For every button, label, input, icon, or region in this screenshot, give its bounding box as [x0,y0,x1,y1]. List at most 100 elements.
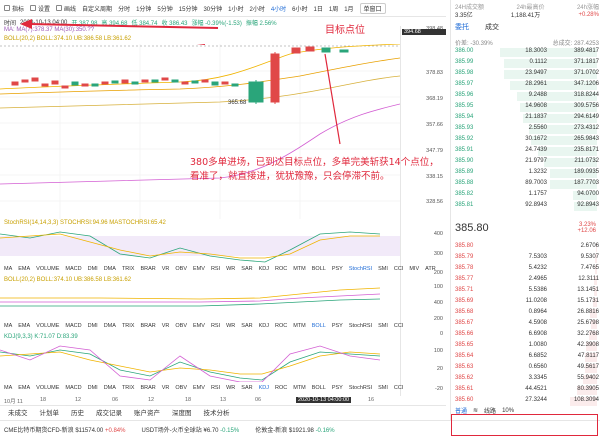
tf-30min[interactable]: 30分钟 [203,4,222,13]
bid-row[interactable]: 385.96 9.2488 318.8244 [455,92,599,102]
book-tabs: 委托 成交 [455,22,499,32]
bid-row[interactable]: 385.92 30.1672 265.9843 [455,136,599,146]
book-amt: 2.4965 [528,276,547,282]
book-amt: 1.3232 [528,169,547,175]
book-amt: 0.6560 [528,364,547,370]
boll-pane-chart[interactable] [0,284,400,312]
bids-list: 386.00 18.3003 389.4817 385.99 0.1112 371.181… [451,48,600,218]
book-amt: 44.4521 [525,386,547,392]
current-price-tag: 394.68 [402,29,446,35]
book-tot: 94.0700 [577,191,599,197]
book-price: 385.66 [455,331,474,337]
time-axis: 10月 11 18 12 06 12 18 13 06 2020-10-13 0… [4,397,375,405]
arrow-to-text [324,53,341,145]
book-tot: 7.4765 [580,265,599,271]
order-book-panel: 24H成交额 24h最高价 24h涨幅 3.35亿 1,188.41万 +0.28% 委… [450,0,600,420]
book-tot: 42.3908 [577,342,599,348]
ask-row[interactable]: 385.71 5.5386 13.1451 [455,287,599,297]
bid-row[interactable]: 385.94 21.1837 294.6149 [455,114,599,124]
tab-assets[interactable]: 账户资产 [134,407,160,417]
book-amt: 89.7003 [525,180,547,186]
bid-row[interactable]: 386.00 18.3003 389.4817 [455,48,599,58]
bid-row[interactable]: 385.98 23.9497 371.0702 [455,70,599,80]
book-tot: 318.8244 [573,92,599,98]
bid-row[interactable]: 385.88 89.7003 187.7703 [455,180,599,190]
tab-orderbook[interactable]: 委托 [455,22,469,32]
ask-row[interactable]: 385.64 6.6852 47.8117 [455,353,599,363]
book-amt: 6.6852 [528,353,547,359]
book-price: 385.98 [455,70,474,76]
tab-technical[interactable]: 技术分析 [204,407,230,417]
bid-row[interactable]: 385.91 24.7439 235.8171 [455,147,599,157]
tab-trades-list[interactable]: 成交 [485,22,499,32]
ask-row[interactable]: 385.78 5.4232 7.4765 [455,265,599,275]
bid-row[interactable]: 385.81 92.8943 92.8943 [455,202,599,212]
tab-depth[interactable]: 深度图 [172,407,192,417]
ticker-item[interactable]: USDT场外-火币全球站 ¥6.70 -0.15% [141,425,239,434]
tab-open-orders[interactable]: 未成交 [8,407,28,417]
settings-button[interactable]: 设置 [30,4,50,13]
bid-row[interactable]: 385.82 1.1757 94.0700 [455,191,599,201]
bid-row[interactable]: 385.99 0.1112 371.1817 [455,59,599,69]
book-price: 385.99 [455,59,474,65]
custom-period-button[interactable]: 自定义周期 [82,4,112,13]
tf-15min[interactable]: 15分钟 [179,4,198,13]
tf-1w[interactable]: 1周 [329,4,338,13]
book-tot: 108.3094 [573,397,599,403]
book-price: 385.78 [455,265,474,271]
stochrsi-chart[interactable] [0,228,400,264]
book-amt: 1.0080 [528,342,547,348]
book-price: 385.80 [455,243,474,249]
tf-1h[interactable]: 1小时 [228,4,243,13]
indicators-button[interactable]: 指标 [4,4,24,13]
book-price: 385.90 [455,158,474,164]
candles [11,46,349,104]
ask-row[interactable]: 385.80 2.6706 [455,243,599,253]
bid-row[interactable]: 385.97 28.2961 347.1206 [455,81,599,91]
tf-timeline[interactable]: 分时 [118,4,130,13]
book-price: 385.69 [455,298,474,304]
book-tot: 80.3905 [577,386,599,392]
book-price: 385.94 [455,114,474,120]
book-tot: 9.5307 [580,254,599,260]
ask-row[interactable]: 385.65 1.0080 42.3908 [455,342,599,352]
book-tot: 15.1731 [577,298,599,304]
ticker-item[interactable]: 伦敦金-新浪 $1921.98 -0.16% [255,425,334,434]
tf-1m[interactable]: 1月 [344,4,353,13]
bid-row[interactable]: 385.89 1.3232 189.0935 [455,169,599,179]
ask-row[interactable]: 385.79 7.5303 9.5307 [455,254,599,264]
tf-1min[interactable]: 1分钟 [136,4,151,13]
bid-row[interactable]: 385.95 14.9608 309.5756 [455,103,599,113]
ask-row[interactable]: 385.66 6.6908 32.2768 [455,331,599,341]
book-tot: 235.8171 [573,147,599,153]
book-amt: 18.3003 [525,48,547,54]
ask-row[interactable]: 385.67 4.5908 25.6798 [455,320,599,330]
book-amt: 21.9797 [525,158,547,164]
ask-row[interactable]: 385.62 3.3345 55.9402 [455,375,599,385]
book-amt: 92.8943 [525,202,547,208]
tf-4h[interactable]: 4小时 [271,4,286,13]
draw-line-button[interactable]: 画线 [56,4,76,13]
tf-6h[interactable]: 6小时 [292,4,307,13]
tab-trades[interactable]: 成交记录 [96,407,122,417]
book-price: 385.96 [455,92,474,98]
book-tot: 92.8943 [577,202,599,208]
ask-row[interactable]: 385.77 2.4965 12.3111 [455,276,599,286]
ask-row[interactable]: 385.69 11.0208 15.1731 [455,298,599,308]
book-amt: 5.5386 [528,287,547,293]
bid-row[interactable]: 385.90 21.9797 211.0732 [455,158,599,168]
tab-plan-orders[interactable]: 计划单 [40,407,60,417]
bid-row[interactable]: 385.93 2.5560 273.4312 [455,125,599,135]
ticker-item[interactable]: CME比特币期货CFD-新浪 $11574.00 +0.84% [4,425,125,434]
single-window-button[interactable]: 单窗口 [359,2,386,14]
book-price: 386.00 [455,48,474,54]
candlestick-chart[interactable]: 365.68 [0,44,400,219]
kdj-chart[interactable] [0,342,400,382]
ask-row[interactable]: 385.63 0.6560 49.5617 [455,364,599,374]
tf-5min[interactable]: 5分钟 [157,4,172,13]
ask-row[interactable]: 385.61 44.4521 80.3905 [455,386,599,396]
tf-2h[interactable]: 2小时 [249,4,264,13]
tf-1d[interactable]: 1日 [314,4,323,13]
tab-history[interactable]: 历史 [71,407,84,417]
ask-row[interactable]: 385.68 0.8964 26.8816 [455,309,599,319]
